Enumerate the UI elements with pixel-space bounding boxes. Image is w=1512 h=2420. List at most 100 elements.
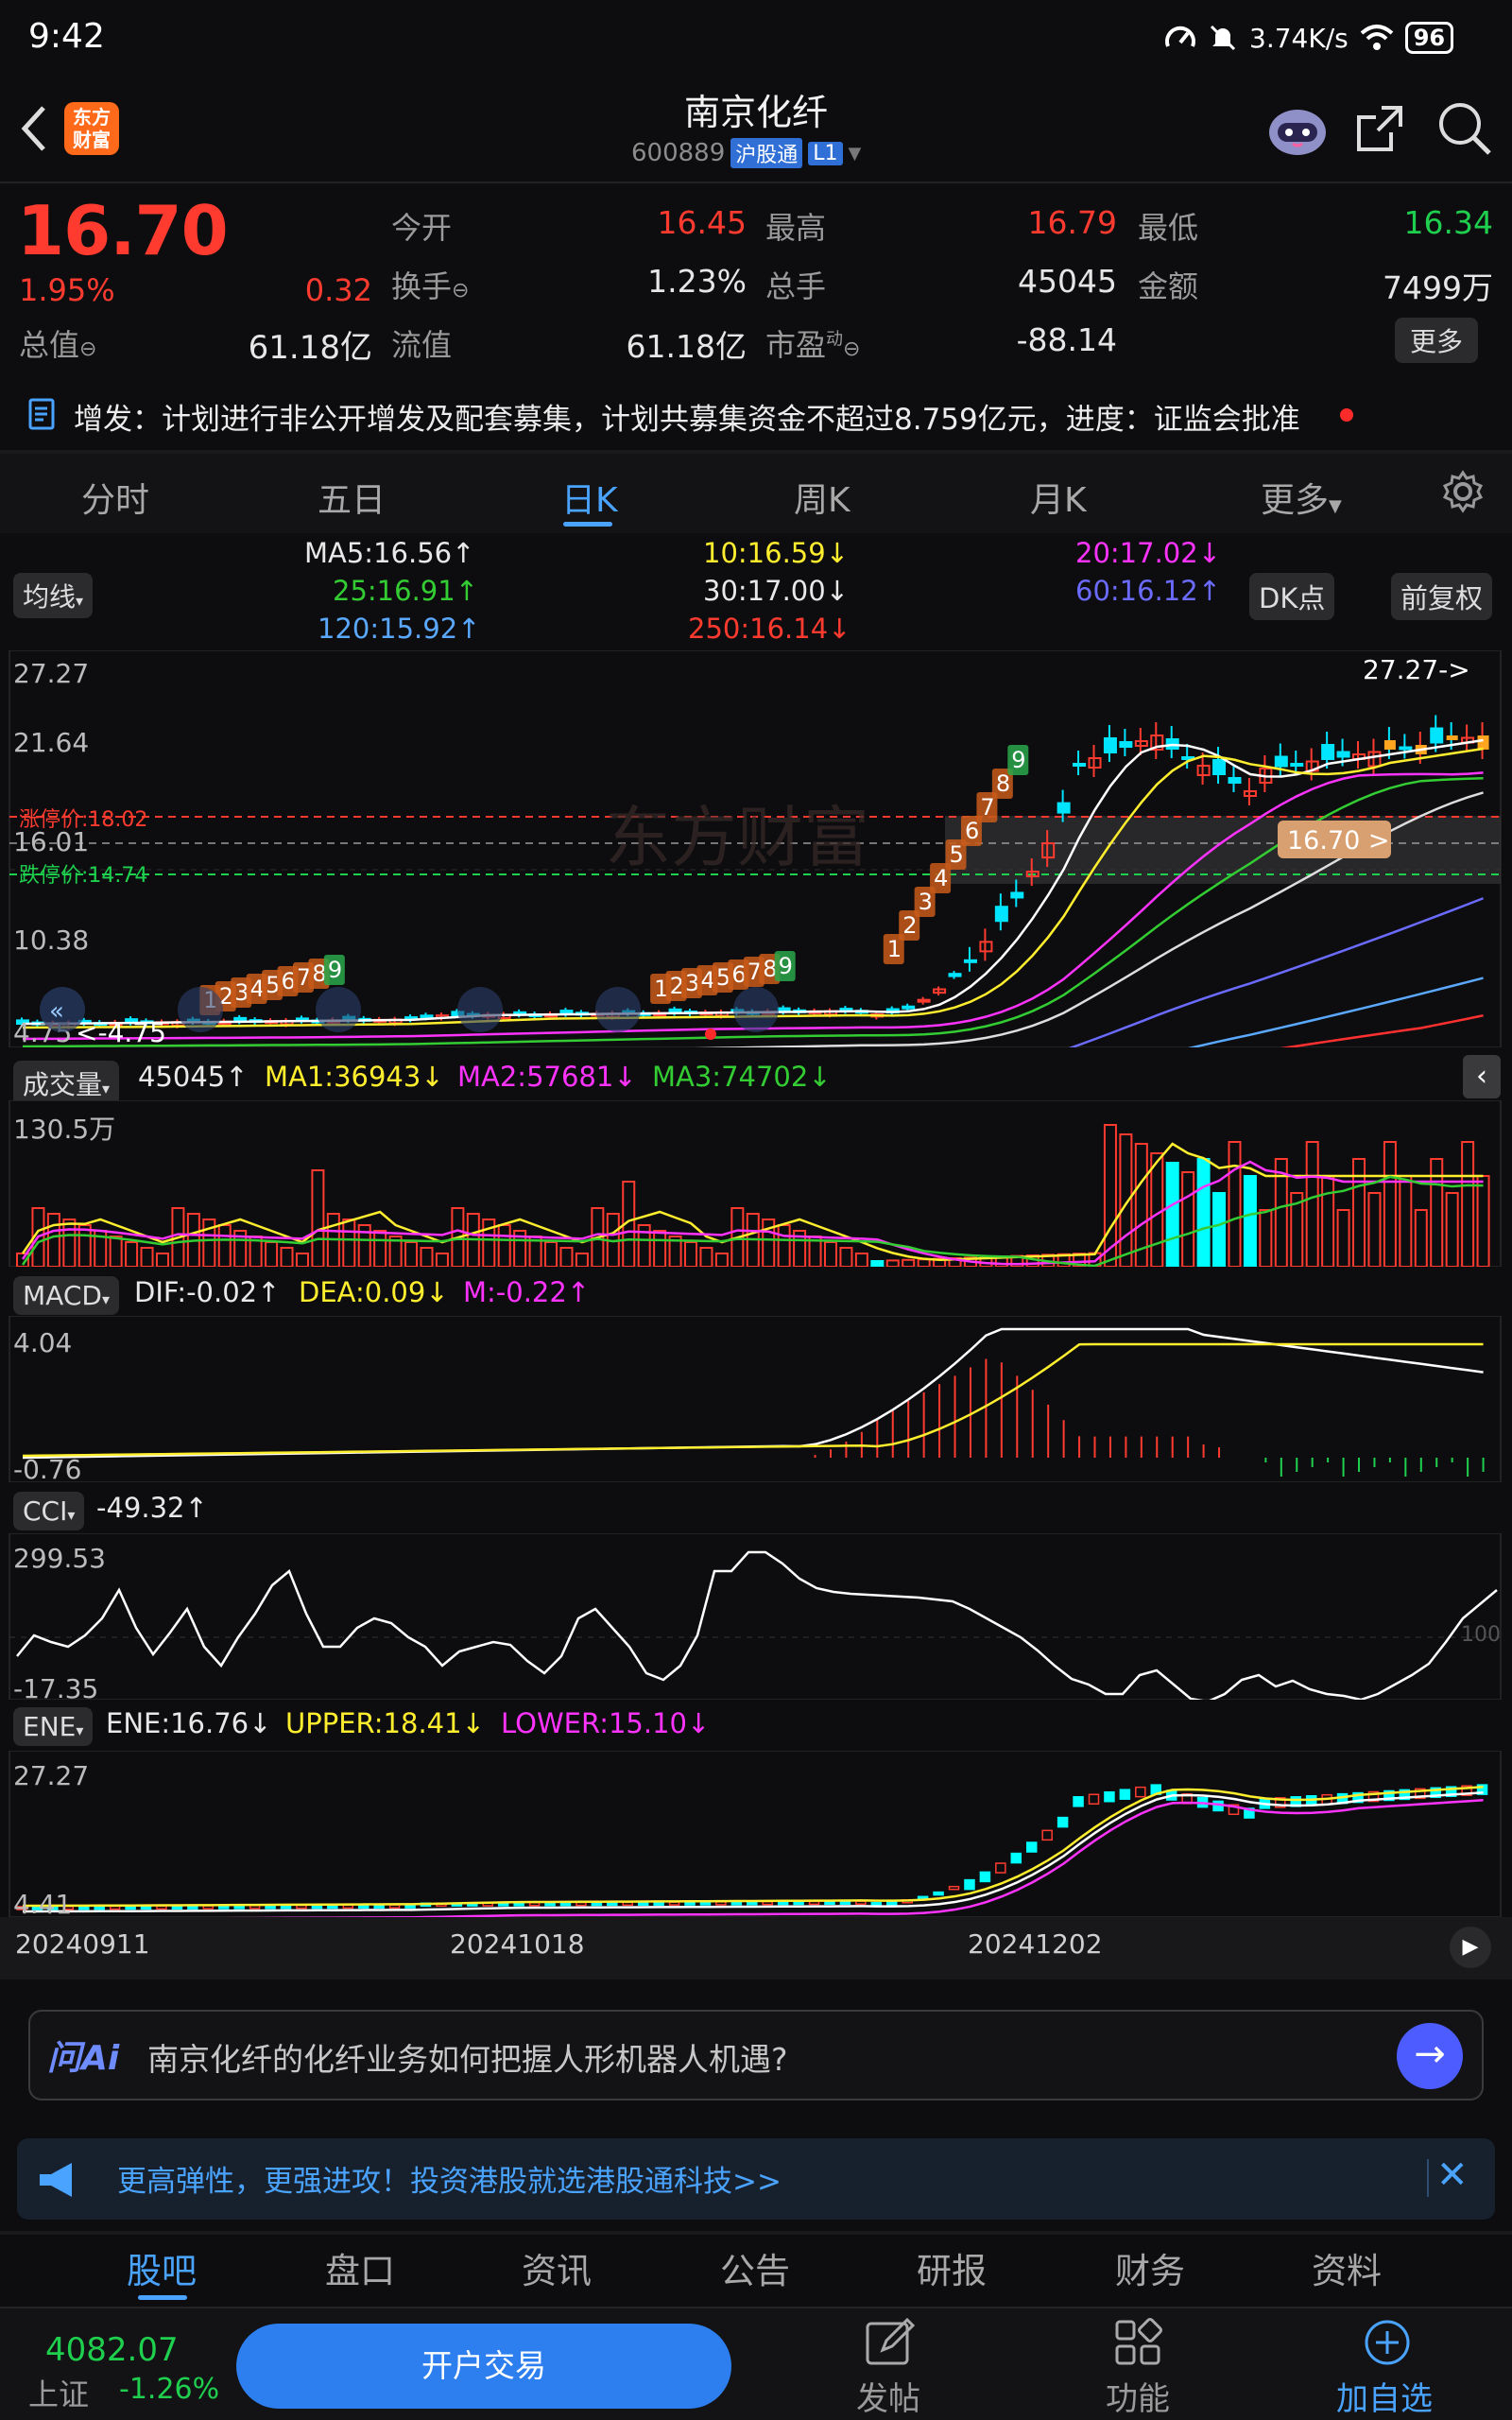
divider — [0, 2231, 1512, 2235]
macd-m: M:-0.22↑ — [463, 1276, 591, 1308]
connect-badge: 沪股通 — [730, 138, 803, 168]
last-price: 16.70 — [17, 191, 229, 270]
more-button[interactable]: 更多 — [1395, 318, 1479, 363]
watch-label[interactable]: 加自选 — [1336, 2373, 1433, 2419]
macd-selector[interactable]: MACD▾ — [13, 1276, 119, 1315]
x-label-1: 20240911 — [15, 1928, 150, 1960]
share-icon[interactable] — [1353, 102, 1406, 155]
tab-zhouk[interactable]: 周K — [794, 473, 850, 522]
tab-rik[interactable]: 日K — [561, 473, 618, 522]
macd-chart[interactable]: 4.04 -0.76 — [0, 1316, 1512, 1482]
info-icon[interactable]: ⊖ — [843, 337, 860, 361]
chevron-down-icon: ▼ — [848, 143, 862, 164]
settings-gear-icon[interactable] — [1440, 469, 1486, 514]
low-label: 最低 — [1138, 210, 1199, 246]
trade-button[interactable]: 开户交易 — [236, 2324, 731, 2409]
tab-research[interactable]: 研报 — [917, 2242, 987, 2293]
cci-value: -49.32↑ — [96, 1492, 208, 1524]
dk-point-button[interactable]: DK点 — [1249, 573, 1335, 620]
close-icon[interactable]: ✕ — [1436, 2153, 1469, 2197]
back-icon[interactable] — [17, 104, 49, 153]
event-dot[interactable] — [705, 1028, 716, 1040]
post-label[interactable]: 发帖 — [856, 2373, 920, 2419]
play-icon[interactable]: ▶ — [1450, 1927, 1491, 1968]
ene-candle — [1119, 1789, 1131, 1800]
collapse-panel-icon[interactable]: ‹ — [1463, 1055, 1501, 1098]
td-count-label: 3 — [919, 889, 933, 915]
stock-code-row[interactable]: 600889 沪股通 L1 ▼ — [631, 138, 861, 168]
kline-chart[interactable]: 东方财富 123456789123456789123456789 27.27 2… — [0, 650, 1512, 1047]
brand-logo[interactable]: 东方 财富 — [64, 102, 119, 155]
td-count-label: 5 — [950, 841, 964, 868]
edit-post-icon[interactable] — [862, 2316, 919, 2369]
bottom-nav — [0, 2307, 1512, 2420]
scroll-right-icon[interactable] — [595, 987, 641, 1032]
cci-selector[interactable]: CCI▾ — [13, 1492, 85, 1530]
scroll-left-icon[interactable] — [457, 987, 503, 1032]
x-axis-bar — [0, 1917, 1512, 1979]
caret-down-icon: ▾ — [67, 1506, 76, 1524]
ma120-value: 120:15.92↑ — [318, 613, 481, 645]
tab-more[interactable]: 更多▼ — [1261, 473, 1342, 522]
notice-text[interactable]: 增发：计划进行非公开增发及配套募集，计划共募集资金不超过8.759亿元，进度：证… — [74, 395, 1300, 438]
info-icon[interactable]: ⊖ — [452, 279, 469, 302]
index-pct[interactable]: -1.26% — [119, 2373, 219, 2406]
td-count-label: 6 — [965, 818, 979, 844]
tab-guba[interactable]: 股吧 — [127, 2242, 197, 2293]
high-label: 最高 — [765, 210, 827, 246]
robot-assistant-icon[interactable] — [1264, 98, 1331, 159]
scroll-right-fast-icon[interactable] — [733, 987, 779, 1032]
ene-selector[interactable]: ENE▾ — [13, 1707, 94, 1746]
mktcap-label: 总值⊖ — [19, 321, 96, 365]
tab-wuri[interactable]: 五日 — [318, 473, 386, 522]
change-pct: 1.95% — [19, 272, 115, 308]
volume-ma3: MA3:74702↓ — [652, 1061, 832, 1093]
tab-fenshi[interactable]: 分时 — [81, 473, 149, 522]
func-label[interactable]: 功能 — [1106, 2373, 1170, 2419]
td-count-label: 9 — [779, 953, 793, 979]
volume-y-max: 130.5万 — [13, 1114, 115, 1145]
amount-value: 7499万 — [1383, 269, 1493, 306]
apps-icon[interactable] — [1111, 2316, 1164, 2369]
ene-candle — [933, 1891, 944, 1896]
zoom-out-icon[interactable] — [178, 987, 223, 1032]
mktcap-value: 61.18亿 — [248, 329, 372, 367]
tab-yuek[interactable]: 月K — [1030, 473, 1087, 522]
tab-active-indicator — [563, 522, 612, 527]
volume-selector[interactable]: 成交量▾ — [13, 1061, 120, 1106]
indicator-selector[interactable]: 均线▾ — [13, 573, 94, 618]
add-watchlist-icon[interactable] — [1361, 2316, 1414, 2369]
candle-body — [1336, 751, 1350, 758]
td-count-label: 4 — [934, 865, 948, 891]
change-amount: 0.32 — [304, 272, 372, 308]
macd-y-max: 4.04 — [13, 1327, 72, 1358]
ma60-value: 60:16.12↑ — [1075, 575, 1221, 607]
index-value[interactable]: 4082.07 — [45, 2331, 179, 2369]
tab-pankou[interactable]: 盘口 — [325, 2242, 395, 2293]
tab-news[interactable]: 资讯 — [522, 2242, 592, 2293]
ma250-value: 250:16.14↓ — [688, 613, 851, 645]
price-tag[interactable]: 16.70 > — [1287, 826, 1390, 856]
cci-chart[interactable]: 299.53 -17.35 100 — [0, 1533, 1512, 1700]
candle-body — [1010, 891, 1024, 899]
ma20-value: 20:17.02↓ — [1075, 537, 1221, 569]
double-chevron-left[interactable]: « — [49, 997, 64, 1026]
search-icon[interactable] — [1435, 98, 1495, 159]
zoom-in-icon[interactable] — [316, 987, 361, 1032]
volume-label: 总手 — [765, 268, 827, 304]
high-value: 16.79 — [1027, 204, 1117, 241]
tab-profile[interactable]: 资料 — [1312, 2242, 1382, 2293]
arrow-right-icon[interactable]: → — [1397, 2023, 1463, 2089]
promo-text[interactable]: 更高弹性，更强进攻！投资港股就选港股通科技>> — [117, 2157, 782, 2200]
tab-announcement[interactable]: 公告 — [720, 2242, 790, 2293]
ene-y-max: 27.27 — [13, 1760, 89, 1791]
ai-question[interactable]: 南京化纤的化纤业务如何把握人形机器人机遇? — [147, 2034, 788, 2080]
ene-candle — [1073, 1796, 1084, 1807]
info-icon[interactable]: ⊖ — [79, 337, 96, 361]
adjust-button[interactable]: 前复权 — [1391, 573, 1493, 620]
macd-dea: DEA:0.09↓ — [299, 1276, 449, 1308]
tab-finance[interactable]: 财务 — [1115, 2242, 1185, 2293]
volume-chart[interactable]: 130.5万 — [0, 1100, 1512, 1267]
index-name[interactable]: 上证 — [28, 2371, 89, 2414]
ene-chart[interactable]: 27.27 4.41 — [0, 1751, 1512, 1917]
